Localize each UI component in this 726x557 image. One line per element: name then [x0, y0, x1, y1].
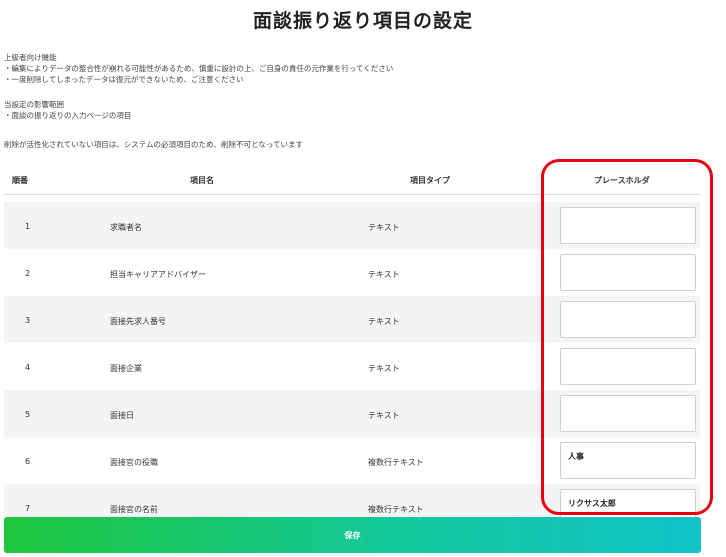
row-name: 面接日	[110, 411, 134, 420]
placeholder-input[interactable]	[560, 254, 696, 291]
page-title: 面談振り返り項目の設定	[252, 10, 473, 32]
header-order: 順番	[12, 176, 28, 185]
advanced-warning-2: ・一度削除してしまったデータは復元ができないため、ご注意ください	[4, 75, 244, 84]
table-row: 5 面接日 テキスト	[4, 390, 700, 437]
row-name: 担当キャリアアドバイザー	[110, 270, 206, 279]
placeholder-input[interactable]	[560, 348, 696, 385]
header-type: 項目タイプ	[410, 176, 450, 185]
row-type: テキスト	[368, 223, 400, 232]
placeholder-input[interactable]	[560, 395, 696, 432]
row-type: 複数行テキスト	[368, 458, 424, 467]
row-order: 5	[25, 410, 31, 419]
row-name: 面接官の役職	[110, 458, 158, 467]
row-name: 面接企業	[110, 364, 142, 373]
scope-heading: 当設定の影響範囲	[4, 100, 64, 109]
advanced-heading: 上級者向け機能	[4, 53, 57, 62]
advanced-warning-1: ・編集によりデータの整合性が崩れる可能性があるため、慎重に設計の上、ご自身の責任…	[4, 64, 394, 73]
table-row: 3 面接先求人番号 テキスト	[4, 296, 700, 343]
row-type: 複数行テキスト	[368, 505, 424, 514]
row-type: テキスト	[368, 270, 400, 279]
placeholder-input[interactable]	[560, 301, 696, 338]
row-order: 7	[25, 504, 31, 513]
row-order: 1	[25, 222, 31, 231]
table-row: 1 求職者名 テキスト	[4, 202, 700, 249]
table-row: 6 面接官の役職 複数行テキスト 人事	[4, 437, 700, 484]
table-row: 2 担当キャリアアドバイザー テキスト	[4, 249, 700, 296]
notes-section: 上級者向け機能 ・編集によりデータの整合性が崩れる可能性があるため、慎重に設計の…	[4, 52, 724, 150]
table-header: 順番 項目名 項目タイプ プレースホルダ	[4, 166, 700, 195]
row-name: 面接先求人番号	[110, 317, 166, 326]
placeholder-input[interactable]	[560, 207, 696, 244]
row-name: 求職者名	[110, 223, 142, 232]
row-name: 面接官の名前	[110, 505, 158, 514]
row-type: テキスト	[368, 411, 400, 420]
placeholder-input[interactable]: 人事	[560, 442, 696, 479]
header-name: 項目名	[190, 176, 214, 185]
row-order: 3	[25, 316, 31, 325]
table-row: 4 面接企業 テキスト	[4, 343, 700, 390]
save-button[interactable]: 保存	[4, 517, 701, 553]
delete-note: 削除が活性化されていない項目は、システムの必須項目のため、削除不可となっています	[4, 140, 303, 149]
header-placeholder: プレースホルダ	[594, 176, 650, 185]
scope-item: ・面談の振り返りの入力ページの項目	[4, 111, 132, 120]
row-type: テキスト	[368, 364, 400, 373]
row-order: 4	[25, 363, 31, 372]
row-order: 2	[25, 269, 31, 278]
row-type: テキスト	[368, 317, 400, 326]
row-order: 6	[25, 457, 31, 466]
